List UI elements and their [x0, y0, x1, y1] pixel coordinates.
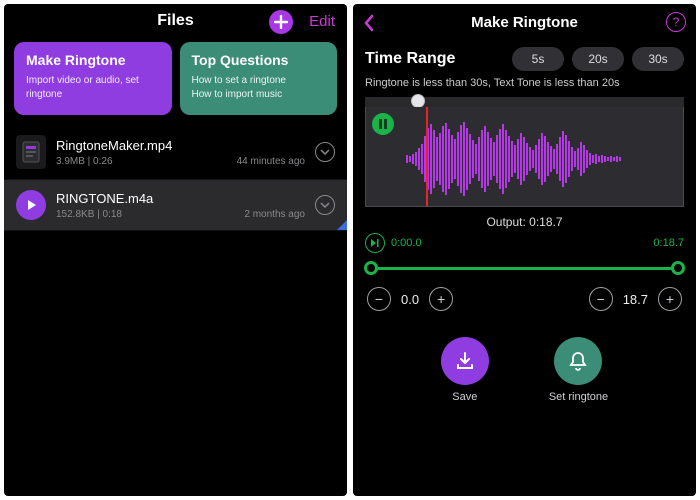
time-end: 0:18.7 [653, 237, 684, 249]
waveform-box[interactable] [365, 107, 684, 207]
make-ringtone-screen: Make Ringtone ? Time Range 5s 20s 30s Ri… [353, 4, 696, 496]
time-range-label: Time Range [365, 50, 504, 68]
file-name: RingtoneMaker.mp4 [56, 138, 305, 153]
waveform [366, 117, 683, 201]
set-ringtone-action[interactable]: Set ringtone [549, 337, 608, 403]
chevron-down-icon [320, 202, 330, 208]
ringtone-title: Make Ringtone [471, 14, 578, 31]
plus-icon: + [437, 291, 445, 307]
set-ringtone-label: Set ringtone [549, 391, 608, 403]
set-ringtone-button[interactable] [554, 337, 602, 385]
selected-corner-icon [337, 220, 347, 230]
file-meta: 3.9MB | 0:26 [56, 156, 113, 167]
end-plus-button[interactable]: + [658, 287, 682, 311]
files-header: Files Edit [4, 4, 347, 36]
card-title: Make Ringtone [26, 52, 160, 68]
start-plus-button[interactable]: + [429, 287, 453, 311]
trim-stepper-row: − 0.0 + − 18.7 + [353, 287, 696, 319]
pause-icon [378, 119, 388, 129]
card-title: Top Questions [192, 52, 326, 68]
file-info: RINGTONE.m4a 152.8KB | 0:18 2 months ago [56, 191, 305, 220]
save-button[interactable] [441, 337, 489, 385]
download-icon [454, 350, 476, 372]
expand-button[interactable] [315, 142, 335, 162]
promo-cards: Make Ringtone Import video or audio, set… [4, 36, 347, 125]
question-icon: ? [673, 15, 680, 29]
file-name: RINGTONE.m4a [56, 191, 305, 206]
position-knob[interactable] [411, 94, 425, 108]
file-info: RingtoneMaker.mp4 3.9MB | 0:26 44 minutes… [56, 138, 305, 167]
card-sub: Import video or audio, set ringtone [26, 74, 160, 101]
files-screen: Files Edit Make Ringtone Import video or… [4, 4, 347, 496]
file-row[interactable]: RingtoneMaker.mp4 3.9MB | 0:26 44 minutes… [4, 125, 347, 180]
chevron-down-icon [320, 149, 330, 155]
video-thumb-icon [16, 135, 46, 169]
action-row: Save Set ringtone [353, 319, 696, 403]
plus-icon [274, 15, 288, 29]
pause-button[interactable] [372, 113, 394, 135]
trim-end-value: 18.7 [623, 292, 648, 307]
output-label: Output: 0:18.7 [353, 207, 696, 233]
add-button[interactable] [269, 10, 293, 34]
end-minus-button[interactable]: − [589, 287, 613, 311]
back-button[interactable] [363, 14, 375, 37]
time-range-hint: Ringtone is less than 30s, Text Tone is … [353, 77, 696, 97]
bell-icon [567, 350, 589, 372]
files-title: Files [157, 12, 193, 30]
trim-handle-right[interactable] [671, 261, 685, 275]
slider-track [367, 267, 682, 270]
minus-icon: − [597, 291, 605, 307]
time-start: 0:00.0 [391, 237, 422, 249]
card-make-ringtone[interactable]: Make Ringtone Import video or audio, set… [14, 42, 172, 115]
save-label: Save [452, 391, 477, 403]
file-row[interactable]: RINGTONE.m4a 152.8KB | 0:18 2 months ago [4, 180, 347, 231]
next-icon [370, 238, 380, 248]
seg-30s[interactable]: 30s [632, 47, 684, 71]
file-meta: 152.8KB | 0:18 [56, 209, 122, 220]
time-range-row: Time Range 5s 20s 30s [353, 37, 696, 77]
file-age: 2 months ago [244, 209, 305, 220]
next-button[interactable] [365, 233, 385, 253]
card-sub: How to set a ringtone How to import musi… [192, 74, 326, 101]
play-icon [25, 199, 37, 211]
minus-icon: − [375, 291, 383, 307]
help-button[interactable]: ? [666, 12, 686, 32]
start-minus-button[interactable]: − [367, 287, 391, 311]
seg-5s[interactable]: 5s [512, 47, 564, 71]
position-track[interactable] [365, 97, 684, 107]
plus-icon: + [666, 291, 674, 307]
ringtone-header: Make Ringtone ? [353, 4, 696, 37]
trim-start-value: 0.0 [401, 292, 419, 307]
playhead[interactable] [426, 107, 428, 206]
trim-slider[interactable] [367, 261, 682, 275]
card-top-questions[interactable]: Top Questions How to set a ringtone How … [180, 42, 338, 115]
save-action[interactable]: Save [441, 337, 489, 403]
expand-button[interactable] [315, 195, 335, 215]
play-button[interactable] [16, 190, 46, 220]
chevron-left-icon [363, 14, 375, 32]
seg-20s[interactable]: 20s [572, 47, 624, 71]
trim-handle-left[interactable] [364, 261, 378, 275]
playback-time-row: 0:00.0 0:18.7 [353, 233, 696, 253]
file-age: 44 minutes ago [237, 156, 305, 167]
waveform-area [365, 97, 684, 207]
edit-button[interactable]: Edit [309, 13, 335, 30]
